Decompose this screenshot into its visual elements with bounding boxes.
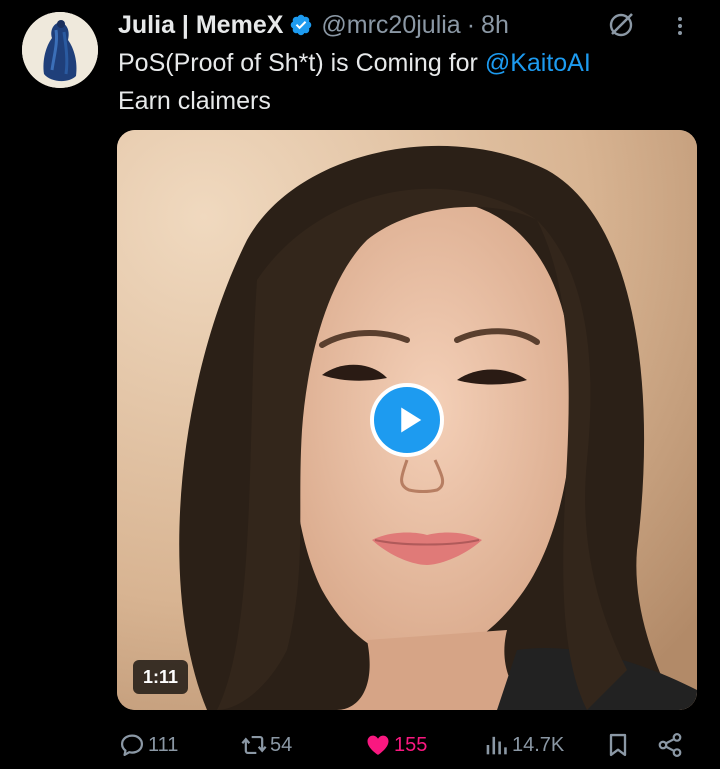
views-button[interactable]: 14.7K: [482, 727, 564, 763]
like-count: 155: [394, 733, 428, 756]
more-options-icon[interactable]: [668, 14, 692, 38]
tweet-text-line1: PoS(Proof of Sh*t) is Coming for @KaitoA…: [118, 44, 698, 82]
reply-icon: [120, 734, 144, 757]
mention-link[interactable]: @KaitoAI: [485, 49, 591, 77]
avatar-image: [22, 12, 98, 88]
display-name[interactable]: Julia | MemeX: [118, 11, 283, 40]
repost-count: 54: [270, 733, 293, 756]
like-button[interactable]: 155: [364, 727, 427, 763]
tweet-text-line2: Earn claimers: [118, 87, 271, 115]
reply-button[interactable]: 111: [118, 727, 178, 763]
avatar[interactable]: [22, 12, 98, 88]
video-player[interactable]: 1:11: [117, 130, 697, 710]
action-bar: 111 54 155 14.7K: [0, 727, 720, 763]
bookmark-button[interactable]: [604, 727, 634, 763]
grok-icon[interactable]: [606, 10, 636, 40]
tweet-text: PoS(Proof of Sh*t) is Coming for @KaitoA…: [118, 44, 698, 120]
tweet-header: Julia | MemeX @mrc20julia · 8h: [118, 8, 690, 42]
share-icon: [658, 733, 682, 757]
analytics-icon: [486, 736, 507, 755]
tweet-text-body: PoS(Proof of Sh*t) is Coming for: [118, 49, 485, 77]
play-icon: [400, 407, 421, 433]
video-duration-badge: 1:11: [133, 660, 189, 694]
verified-badge-icon: [291, 14, 312, 36]
repost-icon: [241, 735, 267, 755]
separator-dot: ·: [466, 10, 476, 39]
play-button[interactable]: [370, 383, 444, 457]
heart-icon: [367, 735, 389, 755]
reply-count: 111: [148, 733, 179, 756]
timestamp[interactable]: 8h: [481, 11, 509, 40]
author-handle[interactable]: @mrc20julia: [321, 11, 460, 40]
share-button[interactable]: [656, 727, 686, 763]
view-count: 14.7K: [512, 733, 565, 756]
bookmark-icon: [609, 733, 627, 757]
repost-button[interactable]: 54: [240, 727, 292, 763]
